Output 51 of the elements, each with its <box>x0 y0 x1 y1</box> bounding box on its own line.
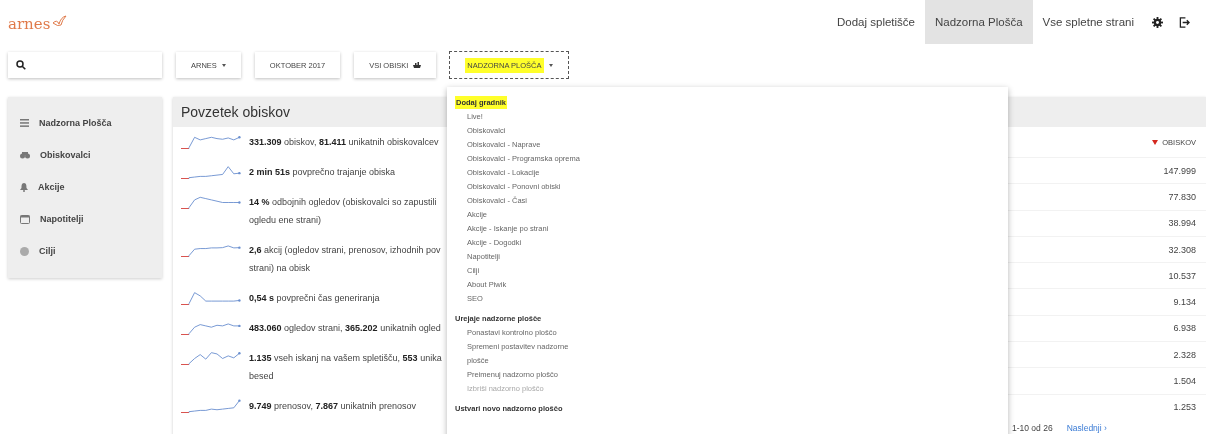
table-cell: 9.134 <box>1173 297 1196 308</box>
table-cell: 77.830 <box>1168 191 1196 202</box>
summary-text: 483.060 ogledov strani, 365.202 unikatnih ogled <box>249 322 441 335</box>
summary-text: 0,54 s povprečni čas generiranja <box>249 292 380 305</box>
sort-icon <box>1152 139 1159 145</box>
caret-icon <box>548 63 553 67</box>
sparkline-drawing <box>181 242 241 258</box>
sparkline-drawing <box>181 194 241 210</box>
sparkline-drawing <box>181 134 241 150</box>
table-cell: 1.253 <box>1173 402 1196 413</box>
logout-icon[interactable] <box>1179 16 1190 28</box>
sidebar-item[interactable]: Obiskovalci <box>8 139 162 171</box>
search-icon <box>16 60 26 70</box>
table-cell: 32.308 <box>1168 244 1196 255</box>
sparkline-drawing <box>181 398 241 414</box>
sparkline-drawing <box>181 290 241 306</box>
summary-text: 14 % odbojnih ogledov (obiskovalci so zapustili ogledu ene strani) <box>249 196 437 227</box>
sidebar-item[interactable]: Akcije <box>8 171 162 203</box>
table-cell: 10.537 <box>1168 270 1196 281</box>
table-cell: 1.504 <box>1173 376 1196 386</box>
table-cell: 147.999 <box>1163 165 1196 176</box>
sidebar-item[interactable]: Cilji <box>8 235 162 267</box>
table-cell: 2.328 <box>1173 349 1196 360</box>
sidebar-item[interactable]: Napotitelji <box>8 203 162 235</box>
summary-text: 9.749 prenosov, 7.867 unikatnih prenosov <box>249 400 416 413</box>
next-link[interactable]: Naslednji › <box>1066 423 1107 433</box>
nav-link[interactable]: Vse spletne strani <box>1032 0 1144 44</box>
settings-icon[interactable] <box>1152 16 1163 28</box>
bird-icon <box>51 15 68 29</box>
sparkline-drawing <box>181 350 241 366</box>
caret-icon <box>221 63 226 67</box>
table-cell: 38.994 <box>1168 218 1196 229</box>
summary-text: 2,6 akcij (ogledov strani, prenosov, izhodnih pov strani) na obisk <box>249 244 441 275</box>
sparkline-drawing <box>181 320 241 336</box>
summary-text: 1.135 vseh iskanj na vašem spletišču, 553 unika besed <box>249 352 442 383</box>
nav-link[interactable]: Nadzorna Plošča <box>925 0 1033 44</box>
sidebar-item[interactable]: Nadzorna Plošča <box>8 107 162 139</box>
window-icon <box>20 214 30 224</box>
bell-icon <box>20 182 28 192</box>
pagination-text: 1-10 od 26 <box>1012 423 1053 433</box>
summary-text: 331.309 obiskov, 81.411 unikatnih obiskovalcev <box>249 136 439 149</box>
sparkline-drawing <box>181 164 241 180</box>
table-cell: 6.938 <box>1173 323 1196 334</box>
binoculars-icon <box>20 151 30 159</box>
list-icon <box>20 119 29 127</box>
summary-text: 2 min 51s povprečno trajanje obiska <box>249 166 396 179</box>
logo-text: arnes <box>8 15 51 33</box>
nav-link[interactable]: Dodaj spletišče <box>827 0 925 44</box>
segment-icon <box>413 62 422 68</box>
circle-icon <box>20 246 29 256</box>
search-field[interactable] <box>8 52 162 78</box>
